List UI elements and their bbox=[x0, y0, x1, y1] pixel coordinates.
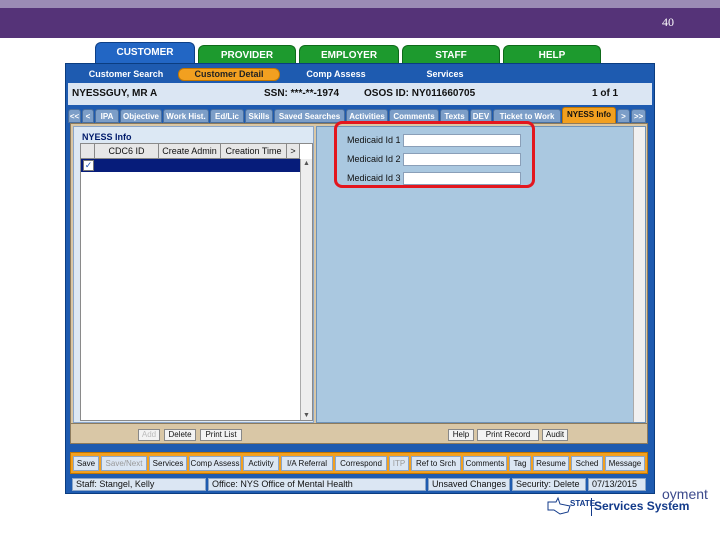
tab-provider[interactable]: PROVIDER bbox=[198, 45, 296, 64]
customer-name: NYESSGUY, MR A bbox=[72, 88, 158, 99]
save-next-button[interactable]: Save/Next bbox=[101, 456, 147, 471]
brand-divider bbox=[591, 498, 592, 516]
customer-info-bar: NYESSGUY, MR A SSN: ***-**-1974 OSOS ID:… bbox=[68, 83, 652, 105]
subnav-services[interactable]: Services bbox=[406, 68, 484, 81]
add-button[interactable]: Add bbox=[138, 429, 160, 441]
scroll-up-icon[interactable]: ▲ bbox=[303, 160, 310, 167]
subnav-comp-assess[interactable]: Comp Assess bbox=[292, 68, 380, 81]
status-bar: Staff: Stangel, Kelly Office: NYS Office… bbox=[70, 477, 648, 493]
column-header-create-admin[interactable]: Create Admin bbox=[159, 144, 221, 159]
action-button-bar: Save Save/Next Services Comp Assess Acti… bbox=[70, 452, 648, 474]
audit-button[interactable]: Audit bbox=[542, 429, 568, 441]
tab-staff[interactable]: STAFF bbox=[402, 45, 500, 64]
print-record-button[interactable]: Print Record bbox=[477, 429, 539, 441]
resume-button[interactable]: Resume bbox=[533, 456, 569, 471]
tab-employer[interactable]: EMPLOYER bbox=[299, 45, 399, 64]
checkmark-icon[interactable]: ✓ bbox=[83, 160, 94, 171]
tab-work-hist[interactable]: Work Hist. bbox=[163, 109, 209, 123]
status-unsaved-changes: Unsaved Changes bbox=[428, 478, 510, 491]
subnav-customer-search[interactable]: Customer Search bbox=[76, 68, 176, 81]
activity-button[interactable]: Activity bbox=[243, 456, 279, 471]
medicaid-panel-scrollbar[interactable] bbox=[633, 127, 645, 422]
sub-navigation: Customer Search Customer Detail Comp Ass… bbox=[66, 66, 654, 82]
medicaid-highlight-box bbox=[334, 121, 535, 188]
tab-nyess-info[interactable]: NYESS Info bbox=[562, 107, 616, 124]
slide-number: 40 bbox=[662, 15, 674, 29]
status-office: Office: NYS Office of Mental Health bbox=[208, 478, 426, 491]
customer-ssn: SSN: ***-**-1974 bbox=[264, 88, 340, 99]
nyess-info-grid: CDC6 ID Create Admin Creation Time > ✓ ▲… bbox=[80, 143, 313, 421]
header-stripe bbox=[0, 0, 720, 8]
tab-prev-arrow[interactable]: < bbox=[82, 109, 94, 123]
comp-assess-button[interactable]: Comp Assess bbox=[189, 456, 241, 471]
tab-objective[interactable]: Objective bbox=[120, 109, 162, 123]
services-button[interactable]: Services bbox=[149, 456, 187, 471]
ia-referral-button[interactable]: I/A Referral bbox=[281, 456, 333, 471]
tag-button[interactable]: Tag bbox=[509, 456, 531, 471]
grid-scrollbar[interactable]: ▲ ▼ bbox=[300, 159, 312, 420]
nyess-info-panel: NYESS Info CDC6 ID Create Admin Creation… bbox=[73, 126, 314, 423]
section-title: NYESS Info bbox=[82, 132, 132, 142]
sched-button[interactable]: Sched bbox=[571, 456, 603, 471]
itp-button[interactable]: ITP bbox=[389, 456, 409, 471]
slide-header-bar: 40 bbox=[0, 0, 720, 38]
table-row[interactable] bbox=[81, 159, 300, 172]
save-button[interactable]: Save bbox=[73, 456, 99, 471]
status-security: Security: Delete bbox=[512, 478, 586, 491]
delete-button[interactable]: Delete bbox=[164, 429, 196, 441]
tab-skills[interactable]: Skills bbox=[245, 109, 273, 123]
scroll-down-icon[interactable]: ▼ bbox=[303, 412, 310, 419]
tab-last-arrow[interactable]: >> bbox=[631, 109, 646, 123]
correspond-button[interactable]: Correspond bbox=[335, 456, 387, 471]
customer-osos-id: OSOS ID: NY011660705 bbox=[364, 88, 476, 99]
tab-customer[interactable]: CUSTOMER bbox=[95, 42, 195, 64]
column-header-cdc6-id[interactable]: CDC6 ID bbox=[95, 144, 159, 159]
tab-ipa[interactable]: IPA bbox=[95, 109, 119, 123]
status-date: 07/13/2015 bbox=[588, 478, 646, 491]
osos-application-window: CUSTOMER PROVIDER EMPLOYER STAFF HELP Cu… bbox=[65, 42, 655, 494]
column-header-creation-time[interactable]: Creation Time bbox=[221, 144, 287, 159]
help-button[interactable]: Help bbox=[448, 429, 474, 441]
comments-button[interactable]: Comments bbox=[463, 456, 507, 471]
tab-saved-searches[interactable]: Saved Searches bbox=[274, 109, 345, 123]
column-scroll-right-button[interactable]: > bbox=[287, 144, 300, 159]
select-column-header bbox=[81, 144, 95, 159]
record-counter: 1 of 1 bbox=[592, 88, 619, 99]
tab-help[interactable]: HELP bbox=[503, 45, 601, 64]
subnav-customer-detail[interactable]: Customer Detail bbox=[178, 68, 280, 81]
tab-ed-lic[interactable]: Ed/Lic bbox=[210, 109, 244, 123]
panel-button-bar: Add Delete Print List Help Print Record … bbox=[70, 424, 648, 444]
status-staff: Staff: Stangel, Kelly bbox=[72, 478, 206, 491]
brand-system-name: Services System bbox=[594, 499, 690, 513]
tab-next-arrow[interactable]: > bbox=[617, 109, 630, 123]
message-button[interactable]: Message bbox=[605, 456, 645, 471]
ref-to-srch-button[interactable]: Ref to Srch bbox=[411, 456, 461, 471]
print-list-button[interactable]: Print List bbox=[200, 429, 242, 441]
tab-first-arrow[interactable]: << bbox=[68, 109, 81, 123]
